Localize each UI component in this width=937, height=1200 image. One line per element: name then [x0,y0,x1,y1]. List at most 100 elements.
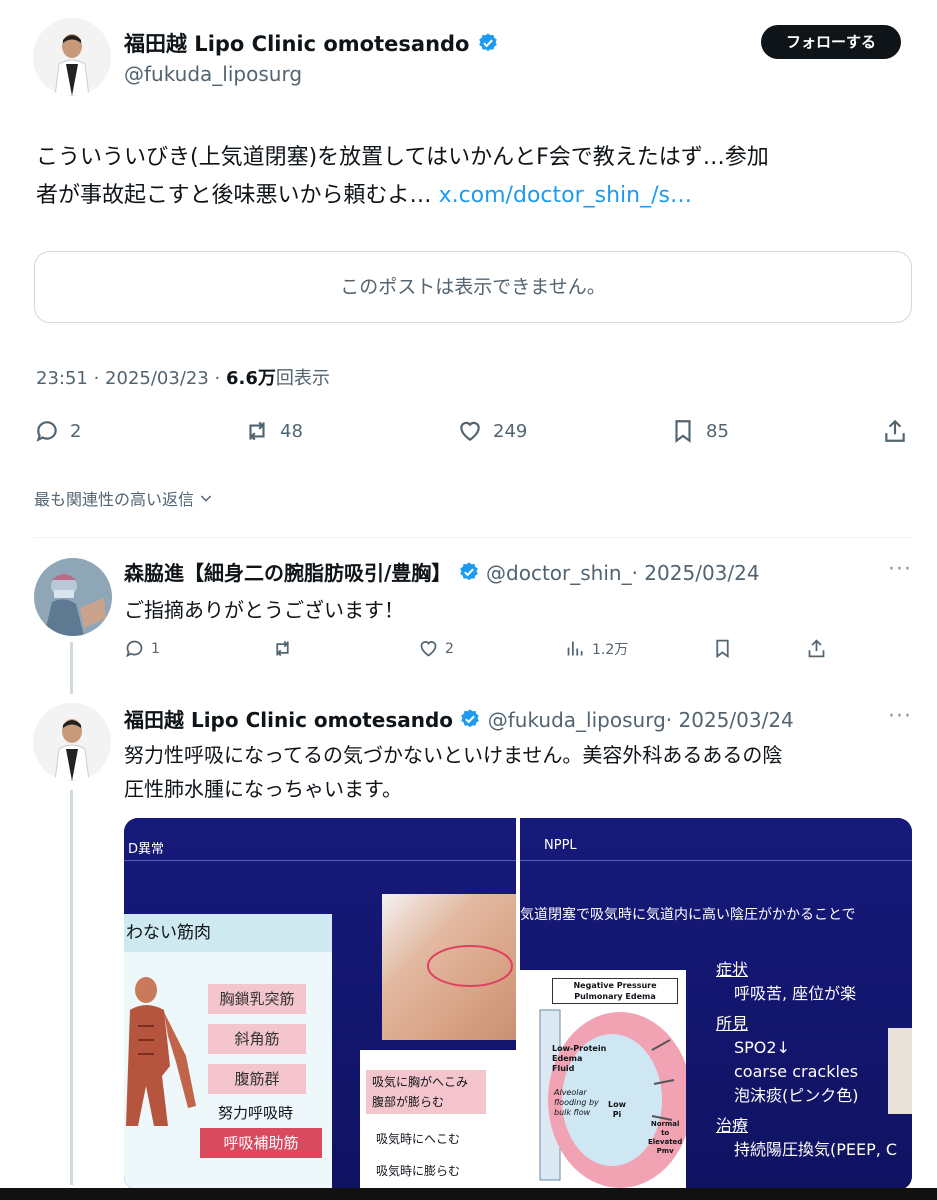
share-icon [808,639,825,658]
reply2-text-line2: 圧性肺水腫になっちゃいます。 [124,777,402,801]
symptom-item: 呼吸苦, 座位が楽 [734,984,857,1003]
reply-count: 2 [70,420,82,442]
diagram-low: Low [608,1100,626,1109]
slide-right-header-rule [520,860,912,861]
diagram-normal-4: Pmv [656,1147,674,1155]
analytics-icon [567,641,583,656]
reply2-media[interactable]: D異常 わない筋肉 胸鎖乳突筋 斜角筋 腹筋群 努力呼吸時 呼吸補助筋 吸気に胸… [124,818,912,1190]
abdomen-row: 吸気時に膨らむ [376,1164,461,1178]
reply-action[interactable]: 2 [34,418,81,444]
repost-icon [249,421,265,441]
post-text-line2-text: 者が事故起こすと後味悪いから頼むよ… [36,183,432,208]
finding-heading: 所見 [716,1014,749,1033]
reply1-date[interactable]: · 2025/03/24 [632,561,760,585]
person-avatar-icon [33,18,111,96]
chest-row: 吸気時にへこむ [376,1132,461,1146]
author-name-text: 福田越 Lipo Clinic omotesando [124,32,470,56]
alveolus-diagram-icon [539,1009,686,1188]
chevron-down-icon [200,495,212,502]
nppe-diagram: Negative Pressure Pulmonary Edema Low-Pr… [520,970,686,1190]
post-text-line1: こういういびき(上気道閉塞)を放置してはいかんとF会で教えたはず…参加 [36,145,769,170]
media-left-slide[interactable]: D異常 わない筋肉 胸鎖乳突筋 斜角筋 腹筋群 努力呼吸時 呼吸補助筋 吸気に胸… [124,818,516,1190]
reply2-text: 努力性呼吸になってるの気づかないといけません。美容外科あるあるの陰 圧性肺水腫に… [124,738,782,806]
treatment-heading: 治療 [716,1116,749,1135]
section-divider [34,537,912,538]
reply1-repost-action[interactable] [272,638,293,659]
diagram-label-6: bulk flow [554,1108,591,1117]
author-avatar[interactable] [33,18,111,96]
reply2-name[interactable]: 福田越 Lipo Clinic omotesando [124,708,453,732]
slide-left-header: D異常 [128,842,165,857]
share-action[interactable] [882,418,908,444]
reply-icon [126,640,143,658]
repost-icon [276,640,289,657]
reply1-avatar[interactable] [34,558,112,636]
person-avatar-icon [33,703,111,781]
muscle-figure-icon [126,977,196,1126]
views-count: 6.6万 [225,368,276,389]
bookmark-count: 85 [706,420,729,442]
reply-icon [36,421,57,442]
paradox-line2: 腹部が膨らむ [372,1095,445,1109]
reply1-reply-count: 1 [151,640,160,657]
reply2-avatar[interactable] [33,703,111,781]
effort-breathing-caption: 努力呼吸時 [218,1104,294,1122]
reply2-text-line1: 努力性呼吸になってるの気づかないといけません。美容外科あるあるの陰 [124,743,783,767]
post-link[interactable]: x.com/doctor_shin_/s… [439,183,692,208]
diagram-title-1: Negative Pressure [573,981,657,990]
diagram-edema-label: Low-Protein Edema Fluid [552,1044,606,1074]
repost-action[interactable]: 48 [244,418,303,444]
finding-item-2: coarse crackles [734,1062,859,1081]
reply1-like-action[interactable]: 2 [418,638,454,659]
slide-right-header: NPPL [544,838,577,853]
slide-left-section-title: わない筋肉 [124,914,332,952]
muscle-label-scm: 胸鎖乳突筋 [208,984,306,1014]
reply1-like-count: 2 [445,640,454,657]
reply1-views-action[interactable]: 1.2万 [565,638,628,659]
like-count: 249 [493,420,528,442]
bookmark-action[interactable]: 85 [670,418,729,444]
diagram-label-3: Fluid [552,1064,575,1073]
muscle-label-abdominal: 腹筋群 [208,1064,306,1094]
reply2-date[interactable]: · 2025/03/24 [666,708,794,732]
nppe-summary: 症状 呼吸苦, 座位が楽 所見 SPO2↓ coarse crackles 泡沫… [716,958,897,1162]
author-handle[interactable]: @fukuda_liposurg [124,62,302,86]
like-action[interactable]: 249 [457,418,527,444]
reply-sort-selector[interactable]: 最も関連性の高い返信 [34,486,214,510]
diagram-normal-2: to [661,1129,670,1137]
paradoxical-breathing-box: 吸気に胸がへこみ 腹部が膨らむ [366,1070,486,1114]
quote-unavailable-card: このポストは表示できません。 [34,251,912,323]
diagram-pmv-label: Normal to Elevated Pmv [648,1120,682,1156]
diagram-normal-1: Normal [650,1120,680,1128]
reply1-reply-action[interactable]: 1 [124,638,160,659]
diagram-label-1: Low-Protein [552,1044,607,1053]
follow-button[interactable]: フォローする [761,25,901,59]
media-right-slide[interactable]: NPPL 気道閉塞で吸気時に気道内に高い陰圧がかかることで Negative P… [520,818,912,1190]
diagram-flooding-label: Alveolar flooding by bulk flow [554,1088,599,1118]
post-text-line2: 者が事故起こすと後味悪いから頼むよ… x.com/doctor_shin_/s… [36,177,906,215]
reply1-bookmark-action[interactable] [712,638,733,659]
accessory-muscle-label: 呼吸補助筋 [200,1128,322,1158]
symptom-heading: 症状 [716,960,749,979]
post-timestamp[interactable]: 23:51 · 2025/03/23 · [36,368,226,389]
reply2-more-button[interactable]: ··· [888,704,912,729]
treatment-item: 持続陽圧換気(PEEP, C [734,1140,898,1159]
heart-icon [460,421,480,441]
paradox-line1: 吸気に胸がへこみ [372,1075,469,1089]
diagram-label-4: Alveolar [554,1088,587,1097]
author-name[interactable]: 福田越 Lipo Clinic omotesando [124,28,499,58]
post-meta: 23:51 · 2025/03/23 · 6.6万回表示 [36,364,330,390]
surgeon-avatar-icon [34,558,112,636]
reply1-name[interactable]: 森脇進【細身二の腕脂肪吸引/豊胸】 [124,561,451,585]
thread-connector-line-lower [70,790,73,1185]
reply1-share-action[interactable] [806,638,827,659]
slide-left-panel: わない筋肉 胸鎖乳突筋 斜角筋 腹筋群 努力呼吸時 呼吸補助筋 [124,914,332,1190]
slide-left-header-rule [124,860,516,861]
reply1-more-button[interactable]: ··· [888,557,912,582]
diagram-pi: Pi [612,1110,622,1119]
post-text: こういういびき(上気道閉塞)を放置してはいかんとF会で教えたはず…参加 者が事故… [36,139,906,215]
reply2-handle[interactable]: @fukuda_liposurg [488,708,666,732]
verified-badge-icon [459,562,478,581]
reply1-handle[interactable]: @doctor_shin_ [486,561,632,585]
muscle-label-scalene: 斜角筋 [208,1024,306,1054]
